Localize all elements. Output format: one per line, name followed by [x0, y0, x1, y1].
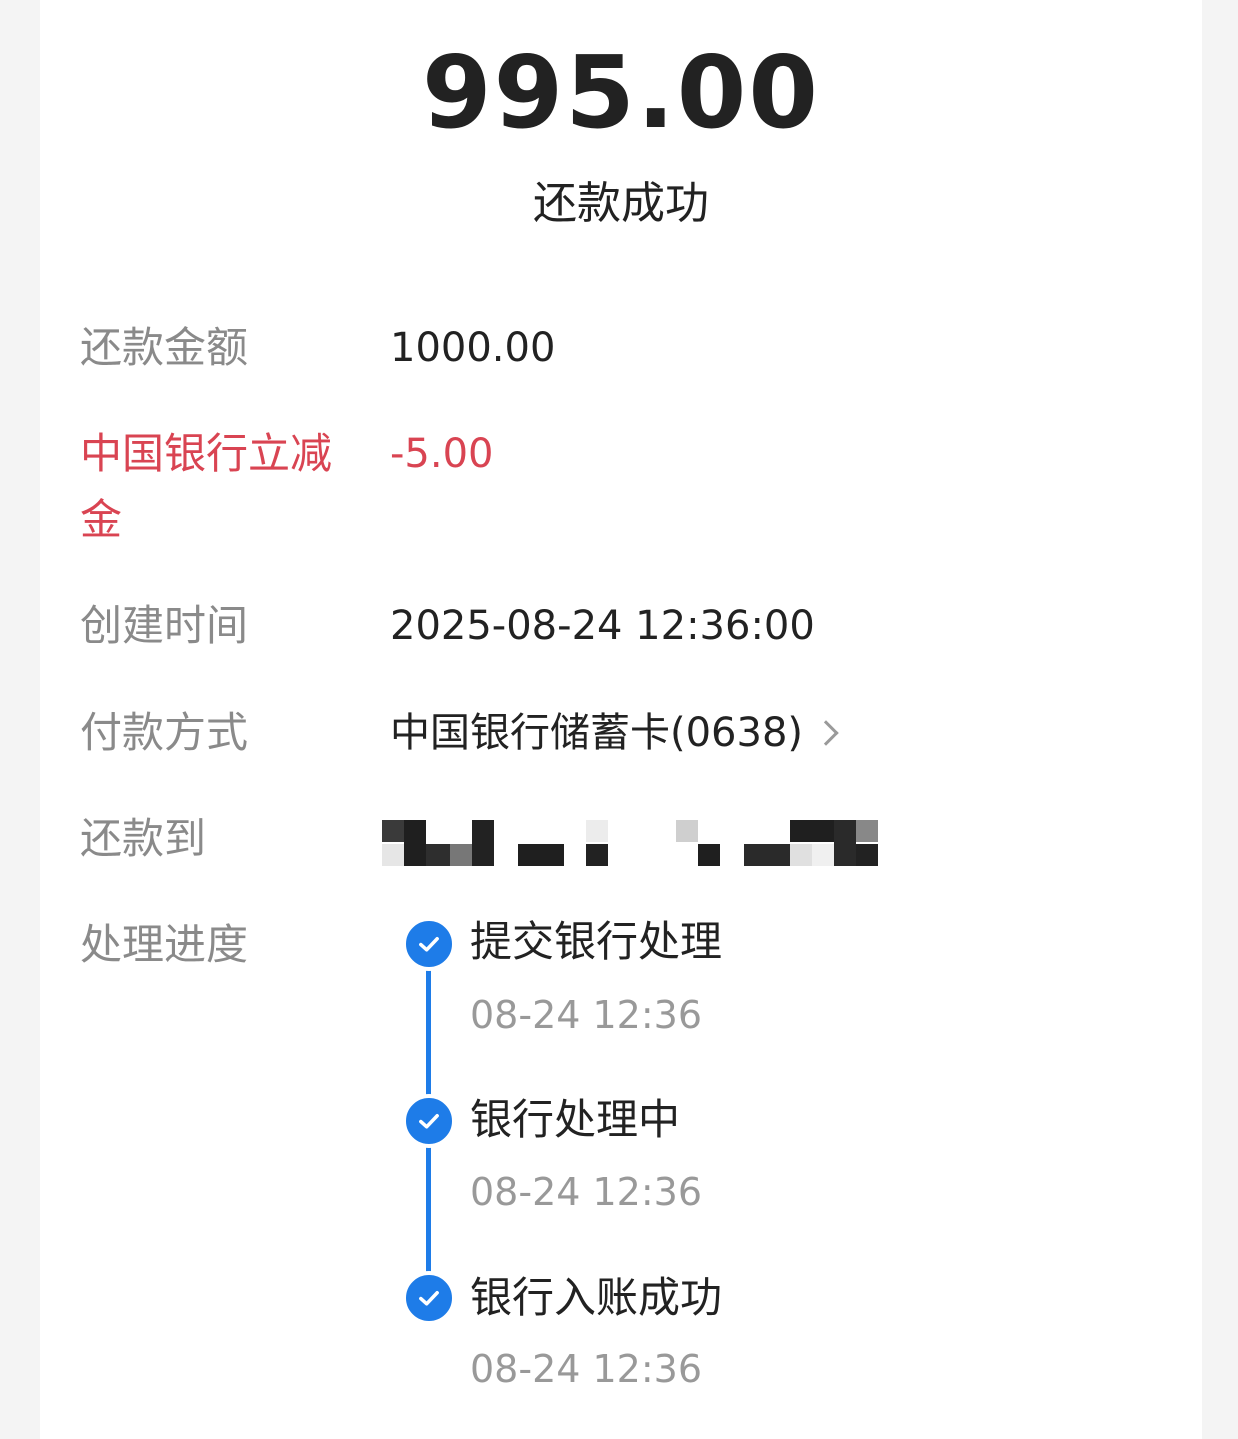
progress-label: 处理进度 [80, 920, 249, 969]
discount-label-line2: 金 [80, 495, 123, 544]
progress-step-time: 08-24 12:36 [470, 993, 703, 1037]
status-text: 还款成功 [533, 178, 709, 229]
progress-step-title: 银行处理中 [470, 1095, 681, 1144]
discount-value: -5.00 [390, 431, 494, 477]
check-icon [402, 1271, 456, 1325]
progress-step-title: 提交银行处理 [470, 917, 723, 966]
paid-amount: 995.00 [422, 34, 820, 151]
created-time-value: 2025-08-24 12:36:00 [390, 603, 815, 649]
payment-method-value[interactable]: 中国银行储蓄卡(0638) [390, 710, 803, 756]
created-time-label: 创建时间 [80, 601, 249, 650]
repay-amount-label: 还款金额 [80, 323, 249, 372]
progress-step-title: 银行入账成功 [470, 1273, 723, 1322]
check-icon [402, 1094, 456, 1148]
chevron-right-icon[interactable] [813, 720, 839, 746]
discount-label: 中国银行立减 金 [80, 421, 380, 553]
progress-step-time: 08-24 12:36 [470, 1347, 703, 1391]
receipt-card: 995.00 还款成功 还款金额 1000.00 中国银行立减 金 -5.00 … [40, 0, 1202, 1439]
discount-label-line1: 中国银行立减 [80, 429, 333, 478]
repay-to-label: 还款到 [80, 814, 207, 863]
check-icon [402, 917, 456, 971]
redacted-account-mosaic [382, 820, 882, 866]
repay-amount-value: 1000.00 [390, 325, 556, 371]
payment-method-label: 付款方式 [80, 708, 249, 757]
payment-method-row[interactable]: 中国银行储蓄卡(0638) [390, 707, 839, 759]
progress-step-time: 08-24 12:36 [470, 1170, 703, 1214]
